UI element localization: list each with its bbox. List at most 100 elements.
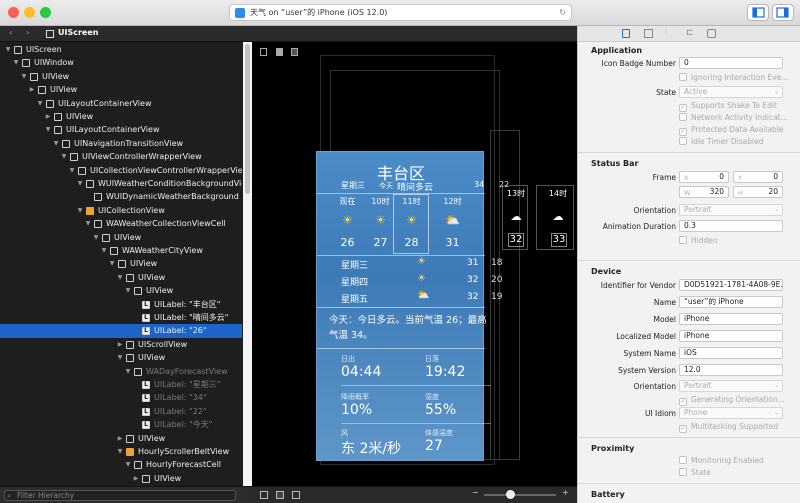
zoom-slider-knob[interactable] [506,490,515,499]
tree-scrollbar[interactable] [243,42,252,486]
contents-icon[interactable] [276,491,284,499]
tree-row[interactable]: ▼ UIView [0,257,242,270]
disclosure-triangle-icon[interactable]: ▼ [116,445,124,458]
disclosure-triangle-icon[interactable]: ▶ [116,338,124,351]
close-window-button[interactable] [8,7,19,18]
disclosure-triangle-icon[interactable]: ▼ [100,244,108,257]
disclosure-triangle-icon[interactable]: ▼ [124,458,132,471]
tree-row[interactable]: ▶ UIScrollView [0,338,242,351]
tree-row[interactable]: ▼ WAWeatherCollectionViewCell [0,217,242,230]
system-name-field[interactable]: iOS [679,347,783,359]
frame-x-field[interactable]: X0 [679,171,729,183]
tree-row[interactable]: ▼ UIView [0,231,242,244]
back-arrow-icon[interactable]: ‹ [9,28,12,37]
tree-row[interactable]: ▼ UIWindow [0,56,242,69]
tree-row[interactable]: ▼ WUIWeatherConditionBackgroundView [0,177,242,190]
ignoring-interaction-checkbox[interactable]: Ignoring Interaction Eve... [679,73,788,82]
tree-row[interactable]: ▼ UILayoutContainerView [0,123,242,136]
disclosure-triangle-icon[interactable]: ▼ [44,123,52,136]
tree-row[interactable]: L UILabel: "26" [0,324,242,338]
breadcrumb[interactable]: UIScreen [58,28,98,37]
disclosure-triangle-icon[interactable]: ▶ [44,110,52,123]
disclosure-triangle-icon[interactable]: ▼ [52,137,60,150]
device-name-field[interactable]: “user”的 iPhone [679,296,783,308]
hidden-checkbox[interactable]: Hidden [679,236,718,245]
tree-row[interactable]: ▼ UIScreen [0,43,242,56]
contents-icon[interactable] [276,48,283,56]
ui-idiom-select[interactable]: Phone ⌄ [679,407,783,419]
disclosure-triangle-icon[interactable]: ▼ [36,97,44,110]
generating-orientation-checkbox[interactable]: ✓ Generating Orientation... [679,395,785,406]
state-select[interactable]: Active ⌄ [679,86,783,98]
shake-checkbox[interactable]: ✓ Supports Shake To Edit [679,101,777,112]
disclosure-triangle-icon[interactable]: ▼ [4,43,12,56]
frame-w-field[interactable]: W 320 [679,186,729,198]
tree-row[interactable]: L UILabel: "丰台区" [0,298,242,311]
network-checkbox[interactable]: Network Activity Indicat... [679,113,788,122]
multitasking-checkbox[interactable]: ✓ Multitasking Supported [679,422,778,433]
disclosure-triangle-icon[interactable]: ▼ [84,217,92,230]
tree-row[interactable]: ▼ WAWeatherCityView [0,244,242,257]
proximity-state-checkbox[interactable]: State [679,468,711,477]
disclosure-triangle-icon[interactable]: ▼ [116,271,124,284]
animation-duration-field[interactable]: 0.3 [679,220,783,232]
localized-model-field[interactable]: iPhone [679,330,783,342]
zoom-in-icon[interactable]: + [562,488,569,497]
tree-row[interactable]: ▼ UILayoutContainerView [0,97,242,110]
tree-row[interactable]: L UILabel: "星期三" [0,378,242,391]
wireframe-icon[interactable] [260,48,267,56]
filter-input[interactable]: ⌕ Filter Hierarchy [4,490,236,501]
tree-row[interactable]: ▼ HourlyForecastCell [0,458,242,471]
tree-row[interactable]: L UILabel: "34" [0,391,242,404]
zoom-window-button[interactable] [40,7,51,18]
tree-row[interactable]: ▼ HourlyScrollerBeltView [0,445,242,458]
model-field[interactable]: iPhone [679,313,783,325]
frame-h-field[interactable]: H 20 [733,186,783,198]
tree-row[interactable]: ▼ UIView [0,351,242,364]
size-inspector-icon[interactable]: ⊏ [686,28,694,38]
tree-row[interactable]: ▼ UIView [0,70,242,83]
zoom-out-icon[interactable]: − [472,488,479,497]
statusbar-orientation-select[interactable]: Portrait ⌄ [679,204,783,216]
disclosure-triangle-icon[interactable]: ▼ [124,284,132,297]
tree-row[interactable]: ▼ UINavigationTransitionView [0,137,242,150]
disclosure-triangle-icon[interactable]: ▶ [116,432,124,445]
zoom-slider[interactable] [484,494,556,496]
tree-row[interactable]: L UILabel: "今天" [0,418,242,431]
both-icon[interactable] [291,48,298,56]
tree-row[interactable]: ▼ UICollectionViewControllerWrapperView [0,164,242,177]
disclosure-triangle-icon[interactable]: ▶ [28,83,36,96]
tree-row[interactable]: ▼ WADayForecastView [0,365,242,378]
reload-icon[interactable]: ↻ [559,5,566,20]
scrollbar-thumb[interactable] [245,44,250,194]
disclosure-triangle-icon[interactable]: ▼ [60,150,68,163]
system-version-field[interactable]: 12.0 [679,364,783,376]
disclosure-triangle-icon[interactable]: ▼ [76,177,84,190]
disclosure-triangle-icon[interactable]: ▼ [108,257,116,270]
address-bar[interactable]: 天气 on “user”的 iPhone (iOS 12.0) ↻ [229,4,572,21]
minimize-window-button[interactable] [24,7,35,18]
forward-arrow-icon[interactable]: › [26,28,29,37]
disclosure-triangle-icon[interactable]: ▼ [116,351,124,364]
disclosure-triangle-icon[interactable]: ▼ [92,231,100,244]
tree-row[interactable]: WUIDynamicWeatherBackground [0,190,242,203]
disclosure-triangle-icon[interactable]: ▶ [132,472,140,485]
tree-row[interactable]: L UILabel: "晴间多云" [0,311,242,324]
disclosure-triangle-icon[interactable]: ▼ [76,204,84,217]
disclosure-triangle-icon[interactable]: ▼ [12,56,20,69]
wire-icon[interactable] [292,491,300,499]
tree-row[interactable]: L UILabel: "22" [0,405,242,418]
disclosure-triangle-icon[interactable]: ▼ [124,365,132,378]
monitoring-enabled-checkbox[interactable]: Monitoring Enabled [679,456,764,465]
frame-y-field[interactable]: Y0 [733,171,783,183]
object-inspector-icon[interactable] [644,29,653,38]
frame-icon[interactable] [260,491,268,499]
tree-row[interactable]: ▼ UICollectionView [0,204,242,217]
toggle-navigator-button[interactable] [747,4,769,21]
badge-number-field[interactable]: 0 [679,57,783,69]
tree-row[interactable]: ▼ UIView [0,284,242,297]
toggle-inspector-button[interactable] [772,4,794,21]
view-hierarchy-tree[interactable]: ▼ UIScreen ▼ UIWindow ▼ UIView ▶ UIView ▼ UILayou… [0,42,242,486]
layer-inspector-icon[interactable] [707,29,716,38]
tree-row[interactable]: ▶ UIView [0,432,242,445]
